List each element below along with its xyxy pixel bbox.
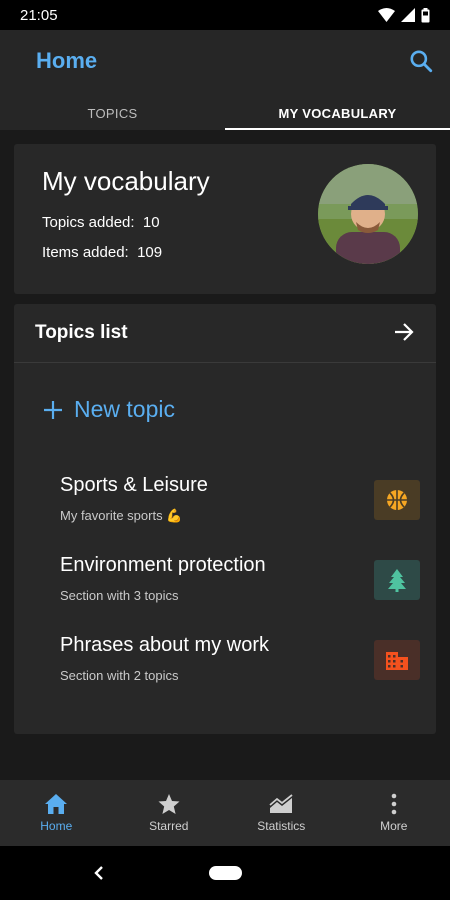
plus-icon bbox=[44, 400, 62, 419]
new-topic-button[interactable]: New topic bbox=[42, 396, 175, 423]
topics-list-header[interactable]: Topics list bbox=[14, 304, 436, 363]
building-icon bbox=[386, 652, 408, 670]
system-home-button[interactable] bbox=[209, 866, 242, 880]
nav-statistics-label: Statistics bbox=[257, 819, 306, 833]
arrow-right-icon bbox=[395, 323, 414, 341]
chart-icon bbox=[269, 794, 293, 813]
tab-my-vocabulary[interactable]: MY VOCABULARY bbox=[225, 96, 450, 130]
tab-topics[interactable]: TOPICS bbox=[0, 96, 225, 130]
topic-subtitle: Section with 2 topics bbox=[60, 668, 179, 683]
topic-badge bbox=[374, 480, 420, 520]
system-navigation-bar bbox=[0, 846, 450, 900]
status-time: 21:05 bbox=[20, 6, 58, 24]
vocabulary-title: My vocabulary bbox=[42, 166, 210, 196]
topics-list-title: Topics list bbox=[35, 322, 128, 343]
signal-icon bbox=[401, 8, 415, 22]
nav-statistics[interactable]: Statistics bbox=[225, 780, 338, 846]
topic-name: Environment protection bbox=[60, 554, 266, 576]
wifi-icon bbox=[378, 8, 395, 22]
topic-name: Sports & Leisure bbox=[60, 474, 208, 496]
topics-added-label: Topics added: bbox=[42, 214, 135, 231]
items-added-stat: Items added: 109 bbox=[42, 244, 162, 261]
nav-home-label: Home bbox=[40, 819, 73, 833]
vocabulary-summary-card: My vocabulary Topics added: 10 Items add… bbox=[14, 144, 436, 294]
nav-more-label: More bbox=[380, 819, 408, 833]
chevron-left-icon bbox=[94, 866, 103, 880]
battery-icon bbox=[421, 7, 430, 22]
nav-more[interactable]: More bbox=[338, 780, 450, 846]
nav-starred-label: Starred bbox=[149, 819, 189, 833]
topic-item-environment-protection[interactable]: Environment protection Section with 3 to… bbox=[60, 554, 420, 614]
search-icon bbox=[410, 50, 433, 73]
status-bar: 21:05 bbox=[0, 0, 450, 30]
avatar-photo bbox=[318, 164, 418, 264]
system-back-button[interactable] bbox=[90, 864, 108, 882]
nav-starred[interactable]: Starred bbox=[113, 780, 226, 846]
items-added-value: 109 bbox=[137, 244, 163, 261]
topics-added-value: 10 bbox=[142, 214, 160, 231]
topics-list-card: Topics list New topic Sports & Leisure M… bbox=[14, 304, 436, 734]
topics-added-stat: Topics added: 10 bbox=[42, 214, 160, 231]
status-icons bbox=[378, 7, 430, 23]
topic-item-phrases-about-work[interactable]: Phrases about my work Section with 2 top… bbox=[60, 634, 420, 694]
tree-icon bbox=[388, 569, 406, 592]
more-vertical-icon bbox=[391, 793, 397, 815]
topic-badge bbox=[374, 640, 420, 680]
new-topic-label: New topic bbox=[74, 396, 175, 422]
topic-subtitle: My favorite sports 💪 bbox=[60, 508, 183, 523]
app-bar: Home TOPICS MY VOCABULARY bbox=[0, 30, 450, 130]
star-icon bbox=[158, 794, 180, 814]
open-topics-list-button[interactable] bbox=[392, 320, 416, 344]
search-button[interactable] bbox=[408, 48, 434, 74]
topic-item-sports-leisure[interactable]: Sports & Leisure My favorite sports 💪 bbox=[60, 474, 420, 534]
topic-subtitle: Section with 3 topics bbox=[60, 588, 179, 603]
avatar[interactable] bbox=[318, 164, 418, 264]
items-added-label: Items added: bbox=[42, 244, 129, 261]
bottom-navigation: Home Starred Statistics More bbox=[0, 780, 450, 846]
topic-badge bbox=[374, 560, 420, 600]
nav-home[interactable]: Home bbox=[0, 780, 113, 846]
home-icon bbox=[45, 794, 68, 814]
basketball-icon bbox=[387, 490, 407, 510]
topic-name: Phrases about my work bbox=[60, 634, 269, 656]
tab-bar: TOPICS MY VOCABULARY bbox=[0, 96, 450, 130]
page-title: Home bbox=[36, 48, 98, 73]
